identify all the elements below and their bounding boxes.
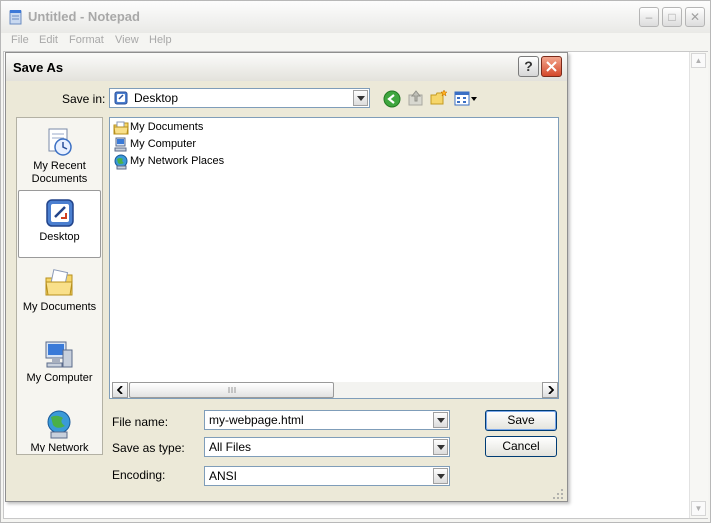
menu-file[interactable]: File <box>11 34 29 46</box>
save-as-type-label: Save as type: <box>112 441 185 455</box>
recent-documents-icon <box>48 128 72 156</box>
menu-edit[interactable]: Edit <box>39 34 58 46</box>
notepad-icon <box>9 10 22 25</box>
grip-icon <box>228 387 236 393</box>
file-list-horizontal-scrollbar[interactable] <box>112 382 558 398</box>
file-name-input[interactable]: my-webpage.html <box>204 410 450 430</box>
scroll-left-button[interactable] <box>112 382 128 398</box>
chevron-down-icon <box>437 474 445 479</box>
scroll-up-button[interactable]: ▲ <box>691 53 706 68</box>
menu-help[interactable]: Help <box>149 34 172 46</box>
my-network-icon <box>47 410 71 439</box>
scroll-down-button[interactable]: ▼ <box>691 501 706 516</box>
dialog-title: Save As <box>13 60 64 75</box>
views-menu-button[interactable] <box>454 91 478 107</box>
place-label: My Computer <box>26 372 93 384</box>
place-label: Desktop <box>39 231 80 243</box>
my-computer-icon <box>45 341 73 368</box>
notepad-title: Untitled - Notepad <box>28 9 140 24</box>
save-as-type-dropdown[interactable]: All Files <box>204 437 450 457</box>
file-name-label: File name: <box>112 415 169 429</box>
close-icon: ✕ <box>689 10 701 24</box>
close-icon <box>546 61 557 72</box>
my-network-icon <box>114 154 128 170</box>
place-my-documents[interactable]: My Documents <box>18 261 101 329</box>
dialog-titlebar[interactable]: Save As ? <box>6 53 567 81</box>
chevron-up-icon: ▲ <box>694 56 703 65</box>
file-name-value: my-webpage.html <box>209 413 304 427</box>
chevron-down-icon <box>437 418 445 423</box>
save-as-type-dropdown-button[interactable] <box>433 439 448 455</box>
new-folder-icon[interactable] <box>430 89 448 107</box>
desktop-icon <box>46 199 74 227</box>
back-icon[interactable] <box>383 90 401 108</box>
save-as-type-value: All Files <box>209 440 252 454</box>
maximize-icon: □ <box>668 10 676 24</box>
place-my-computer[interactable]: My Computer <box>18 332 101 400</box>
minimize-icon: – <box>645 10 653 24</box>
my-documents-icon <box>45 269 73 296</box>
minimize-button[interactable]: – <box>639 7 659 27</box>
maximize-button[interactable]: □ <box>662 7 682 27</box>
encoding-dropdown-button[interactable] <box>433 468 448 484</box>
save-button[interactable]: Save <box>485 410 557 431</box>
notepad-vertical-scrollbar[interactable]: ▲ ▼ <box>689 52 708 518</box>
place-label: My Network <box>30 442 89 452</box>
menu-view[interactable]: View <box>115 34 139 46</box>
notepad-menubar: File Edit Format View Help <box>1 33 710 51</box>
chevron-down-icon <box>357 96 365 101</box>
places-bar: My Recent Documents Desktop My Documents <box>16 117 103 455</box>
cancel-button[interactable]: Cancel <box>485 436 557 457</box>
encoding-value: ANSI <box>209 469 238 483</box>
notepad-titlebar[interactable]: Untitled - Notepad – □ ✕ <box>1 1 710 33</box>
chevron-down-icon <box>437 445 445 450</box>
save-in-label: Save in: <box>62 92 106 106</box>
list-item[interactable]: My Network Places <box>111 154 311 170</box>
chevron-right-icon <box>548 386 554 394</box>
place-label: My Documents <box>22 301 97 313</box>
resize-grip-icon[interactable] <box>552 488 564 500</box>
file-list[interactable]: My Documents My Computer My Network Plac… <box>109 117 559 399</box>
desktop-icon <box>114 91 128 105</box>
place-my-network[interactable]: My Network <box>18 402 101 452</box>
save-as-dialog: Save As ? Save in: Desktop My Recent Doc… <box>5 52 568 502</box>
save-in-value: Desktop <box>134 91 179 105</box>
list-item[interactable]: My Documents <box>111 120 311 136</box>
file-name-dropdown-button[interactable] <box>433 412 448 428</box>
file-name: My Documents <box>130 121 204 133</box>
notepad-close-button[interactable]: ✕ <box>685 7 705 27</box>
views-icon <box>454 91 470 106</box>
chevron-left-icon <box>117 386 123 394</box>
chevron-down-icon: ▼ <box>694 504 703 513</box>
up-folder-icon[interactable] <box>407 89 425 107</box>
place-my-recent-documents[interactable]: My Recent Documents <box>18 120 101 188</box>
place-label: My Recent Documents <box>31 160 88 185</box>
file-name: My Network Places <box>130 155 225 167</box>
list-item[interactable]: My Computer <box>111 137 311 153</box>
save-in-dropdown-button[interactable] <box>353 90 368 106</box>
place-desktop[interactable]: Desktop <box>18 190 101 258</box>
scroll-thumb[interactable] <box>129 382 334 398</box>
chevron-down-icon <box>471 97 477 101</box>
encoding-dropdown[interactable]: ANSI <box>204 466 450 486</box>
my-computer-icon <box>114 137 127 152</box>
help-button[interactable]: ? <box>518 56 539 77</box>
dialog-close-button[interactable] <box>541 56 562 77</box>
scroll-right-button[interactable] <box>542 382 558 398</box>
menu-format[interactable]: Format <box>69 34 104 46</box>
save-in-dropdown[interactable]: Desktop <box>109 88 370 108</box>
encoding-label: Encoding: <box>112 468 166 482</box>
file-name: My Computer <box>130 138 197 150</box>
my-documents-icon <box>113 121 129 135</box>
